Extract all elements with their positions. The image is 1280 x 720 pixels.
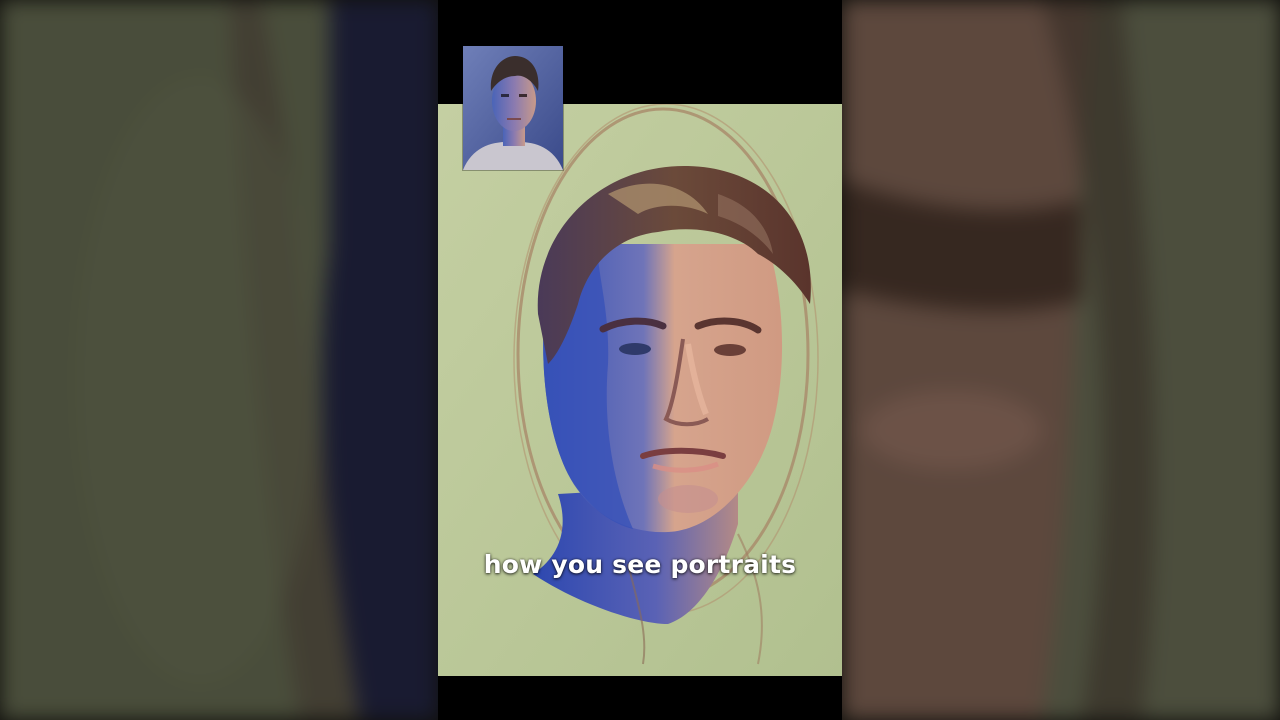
reference-photo-thumbnail <box>463 46 563 170</box>
video-caption: how you see portraits <box>483 550 797 579</box>
video-frame[interactable]: how you see portraits <box>438 0 842 720</box>
blurred-background-left <box>0 0 438 720</box>
video-stage[interactable]: how you see portraits <box>0 0 1280 720</box>
oil-portrait-painting <box>438 104 842 676</box>
blurred-background-right <box>842 0 1280 720</box>
